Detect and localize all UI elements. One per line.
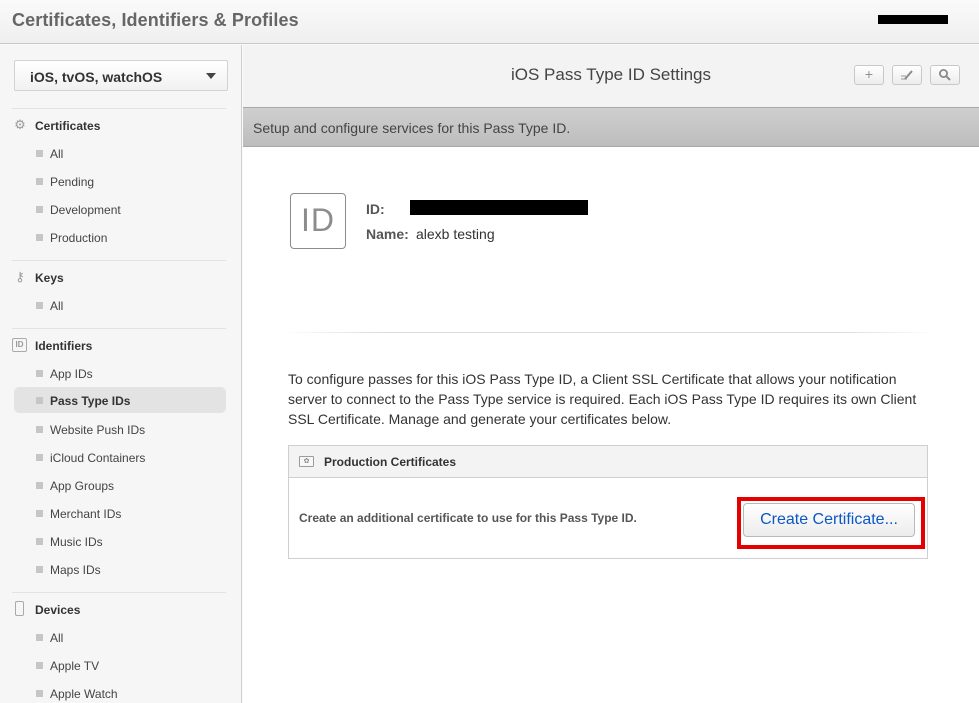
production-certificates-panel: ✿ Production Certificates Create an addi… <box>288 445 928 559</box>
key-icon: ⚷ <box>15 269 25 284</box>
sidebar-item-label: Music IDs <box>50 535 103 549</box>
subheader: Setup and configure services for this Pa… <box>243 107 979 147</box>
search-icon <box>938 69 952 85</box>
section-label: Certificates <box>35 119 101 133</box>
section-label: Identifiers <box>35 339 93 353</box>
chevron-down-icon <box>206 73 216 79</box>
sidebar-item-merchant-ids[interactable]: Merchant IDs <box>14 500 226 526</box>
create-certificate-button[interactable]: Create Certificate... <box>743 503 915 537</box>
name-label: Name: <box>366 226 409 242</box>
sidebar-item-label: All <box>50 299 64 313</box>
sidebar-item-website-push-ids[interactable]: Website Push IDs <box>14 416 226 442</box>
sidebar-item-app-groups[interactable]: App Groups <box>14 472 226 498</box>
top-header: Certificates, Identifiers & Profiles <box>0 0 979 44</box>
sidebar-item-label: Pass Type IDs <box>50 394 131 408</box>
plus-icon: + <box>864 66 874 82</box>
sidebar-item-pass-type-ids[interactable]: Pass Type IDs <box>14 387 226 413</box>
section-identifiers: ID Identifiers <box>12 337 226 357</box>
description-text: To configure passes for this iOS Pass Ty… <box>288 371 917 427</box>
sidebar-item-label: App Groups <box>50 479 115 493</box>
panel-title: Production Certificates <box>324 455 457 469</box>
device-icon <box>15 601 24 616</box>
sidebar-item-label: All <box>50 631 64 645</box>
bullet <box>36 662 43 669</box>
sidebar-item-label: All <box>50 147 64 161</box>
divider <box>12 592 226 593</box>
edit-button[interactable] <box>892 65 922 85</box>
bullet <box>36 397 43 404</box>
account-name-redacted[interactable] <box>878 15 948 24</box>
divider <box>12 260 226 261</box>
sidebar-item-keys-all[interactable]: All <box>14 292 226 318</box>
platform-select[interactable]: iOS, tvOS, watchOS <box>14 60 228 91</box>
sidebar-item-icloud-containers[interactable]: iCloud Containers <box>14 444 226 470</box>
add-button[interactable]: + <box>854 65 884 85</box>
sidebar-item-label: Apple Watch <box>50 687 118 701</box>
bullet <box>36 178 43 185</box>
app-title: Certificates, Identifiers & Profiles <box>12 10 299 30</box>
sidebar-item-production[interactable]: Production <box>14 224 226 250</box>
sidebar-item-label: Merchant IDs <box>50 507 122 521</box>
section-devices: Devices <box>12 601 226 621</box>
bullet <box>36 454 43 461</box>
bullet <box>36 510 43 517</box>
sidebar-item-label: Website Push IDs <box>50 423 146 437</box>
bullet <box>36 370 43 377</box>
section-certificates: ⚙ Certificates <box>12 117 226 137</box>
divider <box>12 328 226 329</box>
pass-type-id-icon: ID <box>290 193 346 249</box>
platform-select-value: iOS, tvOS, watchOS <box>30 69 163 85</box>
main-header: iOS Pass Type ID Settings + <box>243 45 979 107</box>
subheader-text: Setup and configure services for this Pa… <box>253 120 571 136</box>
panel-header: ✿ Production Certificates <box>289 446 927 478</box>
id-icon: ID <box>12 338 27 352</box>
sidebar-item-pending[interactable]: Pending <box>14 168 226 194</box>
sidebar-item-label: iCloud Containers <box>50 451 146 465</box>
certificate-icon: ✿ <box>299 456 314 467</box>
bullet <box>36 426 43 433</box>
id-value-redacted <box>410 200 588 215</box>
bullet <box>36 234 43 241</box>
main-content: iOS Pass Type ID Settings + Setup and co… <box>243 45 979 703</box>
certificate-icon: ⚙ <box>14 117 26 132</box>
id-label: ID: <box>366 201 385 217</box>
section-label: Devices <box>35 603 81 617</box>
sidebar-item-label: Development <box>50 203 121 217</box>
section-keys: ⚷ Keys <box>12 269 226 289</box>
sidebar-item-certificates-all[interactable]: All <box>14 140 226 166</box>
sidebar-item-label: Production <box>50 231 108 245</box>
content-divider <box>283 332 937 333</box>
sidebar-item-app-ids[interactable]: App IDs <box>14 360 226 386</box>
bullet <box>36 566 43 573</box>
sidebar-item-label: App IDs <box>50 367 93 381</box>
bullet <box>36 302 43 309</box>
divider <box>12 108 226 109</box>
name-value: alexb testing <box>416 226 495 242</box>
sidebar-item-label: Maps IDs <box>50 563 101 577</box>
edit-icon <box>899 68 915 84</box>
bullet <box>36 690 43 697</box>
bullet <box>36 206 43 213</box>
section-label: Keys <box>35 271 64 285</box>
bullet <box>36 150 43 157</box>
search-button[interactable] <box>930 65 960 85</box>
bullet <box>36 538 43 545</box>
sidebar-item-maps-ids[interactable]: Maps IDs <box>14 556 226 582</box>
sidebar-item-development[interactable]: Development <box>14 196 226 222</box>
panel-hint: Create an additional certificate to use … <box>299 511 637 525</box>
bullet <box>36 634 43 641</box>
sidebar-item-devices-all[interactable]: All <box>14 624 226 650</box>
sidebar: iOS, tvOS, watchOS ⚙ Certificates All Pe… <box>0 45 242 703</box>
sidebar-item-label: Pending <box>50 175 95 189</box>
sidebar-item-apple-tv[interactable]: Apple TV <box>14 652 226 678</box>
bullet <box>36 482 43 489</box>
sidebar-item-label: Apple TV <box>50 659 100 673</box>
sidebar-item-music-ids[interactable]: Music IDs <box>14 528 226 554</box>
sidebar-item-apple-watch[interactable]: Apple Watch <box>14 680 226 703</box>
